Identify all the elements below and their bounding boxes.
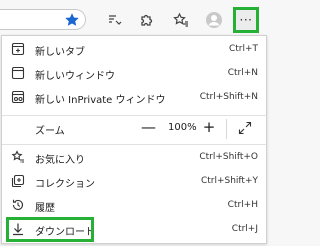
menu-item-zoom: ズーム — 100% + (2, 117, 266, 141)
menu-item-label: 履歴 (35, 203, 55, 214)
menu-item-shortcut: Ctrl+Shift+O (199, 152, 258, 162)
favorites-icon (11, 150, 25, 164)
menu-item-label: 新しいウィンドウ (35, 71, 115, 82)
menu-item-label: 新しい InPrivate ウィンドウ (35, 95, 166, 106)
read-aloud-icon[interactable] (105, 11, 123, 29)
menu-item-shortcut: Ctrl+Shift+Y (200, 176, 258, 186)
extensions-icon[interactable] (137, 11, 155, 29)
more-icon[interactable]: ··· (233, 7, 259, 33)
browser-toolbar: ··· (0, 0, 269, 38)
menu-item-new-window[interactable]: 新しいウィンドウ Ctrl+N (2, 62, 266, 86)
menu-item-shortcut: Ctrl+H (227, 200, 258, 210)
menu-item-shortcut: Ctrl+Shift+N (199, 92, 258, 102)
menu-divider (2, 144, 266, 145)
new-window-icon (11, 66, 25, 80)
menu-item-new-tab[interactable]: 新しいタブ Ctrl+T (2, 38, 266, 62)
menu-item-label: コレクション (35, 179, 95, 190)
menu-item-collections[interactable]: コレクション Ctrl+Shift+Y (2, 170, 266, 194)
history-icon (11, 198, 25, 212)
fullscreen-icon[interactable] (238, 121, 252, 135)
new-tab-icon (11, 42, 25, 56)
menu-item-label: お気に入り (35, 155, 85, 166)
inprivate-icon (11, 90, 25, 104)
menu-item-label: ダウンロード (35, 227, 95, 238)
menu-item-shortcut: Ctrl+J (231, 224, 258, 234)
zoom-level: 100% (168, 122, 197, 133)
menu-item-shortcut: Ctrl+T (228, 44, 258, 54)
menu-item-new-inprivate[interactable]: 新しい InPrivate ウィンドウ Ctrl+Shift+N (2, 86, 266, 110)
menu-item-favorites[interactable]: お気に入り Ctrl+Shift+O (2, 146, 266, 170)
collections-icon (11, 174, 25, 188)
menu-item-shortcut: Ctrl+N (227, 68, 258, 78)
favorite-star-icon[interactable] (64, 12, 80, 28)
menu-item-history[interactable]: 履歴 Ctrl+H (2, 194, 266, 218)
zoom-divider (226, 119, 227, 139)
zoom-out-button[interactable]: — (141, 118, 156, 136)
zoom-in-button[interactable]: + (202, 118, 216, 136)
favorites-icon[interactable] (172, 11, 190, 29)
profile-icon[interactable] (205, 11, 223, 29)
download-icon (11, 222, 25, 236)
menu-item-downloads[interactable]: ダウンロード Ctrl+J (2, 218, 266, 242)
zoom-label: ズーム (35, 126, 65, 137)
settings-menu: 新しいタブ Ctrl+T 新しいウィンドウ Ctrl+N 新しい InPriva… (1, 35, 267, 244)
menu-divider (2, 115, 266, 116)
menu-item-label: 新しいタブ (35, 47, 85, 58)
